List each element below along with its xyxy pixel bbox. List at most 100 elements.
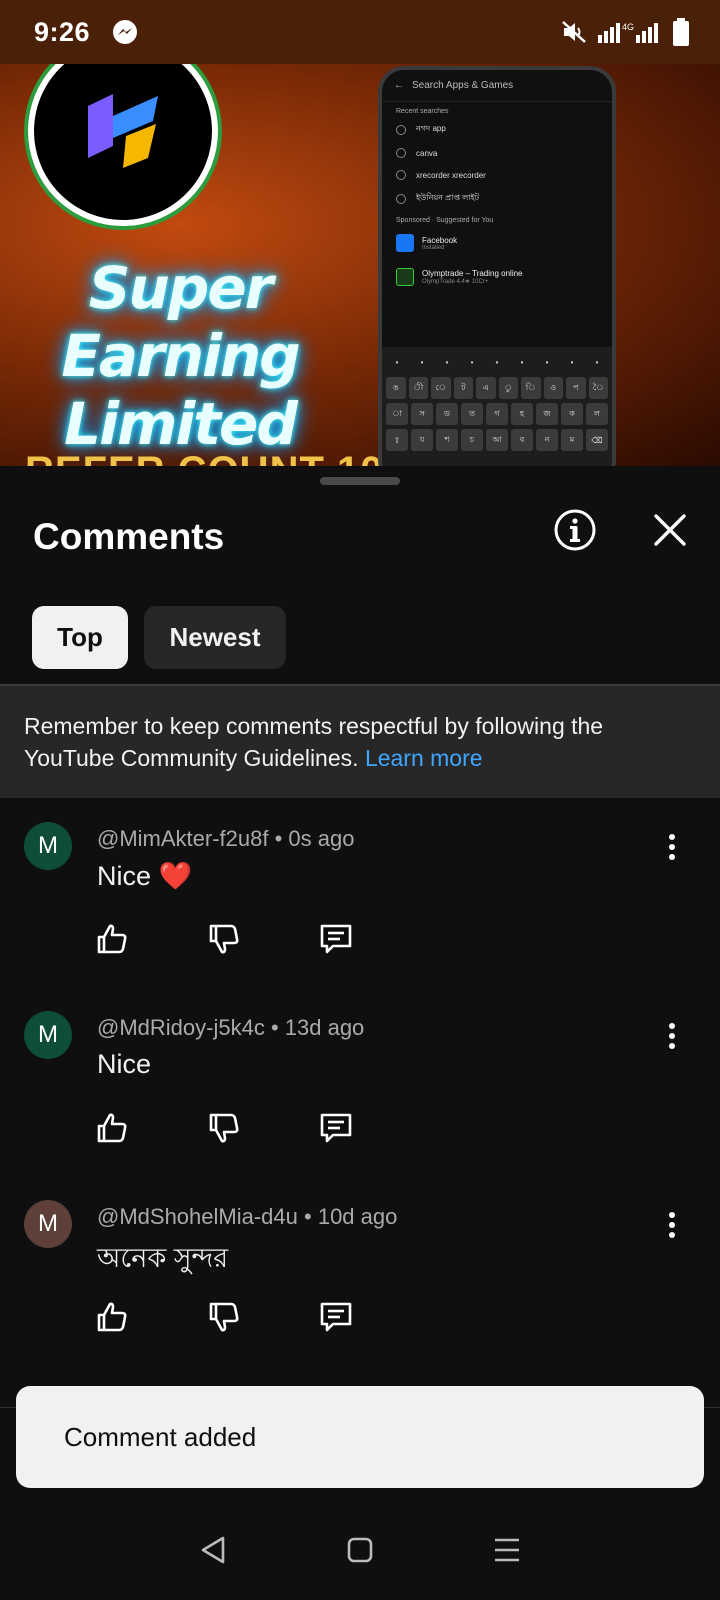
keyboard-tool-icon: • bbox=[520, 357, 524, 367]
comment-actions bbox=[95, 1300, 431, 1334]
phone-recent-item: xrecorder xrecorder bbox=[382, 164, 612, 186]
comment-time: 10d ago bbox=[317, 1204, 398, 1229]
comment-item: M @MimAkter-f2u8f • 0s ago Nice ❤️ bbox=[0, 798, 720, 988]
keyboard-key: য bbox=[411, 429, 433, 451]
phone-recent-item: ইউনিয়ন প্রাপ্ত লাইট bbox=[382, 186, 612, 211]
system-nav-bar bbox=[0, 1500, 720, 1600]
keyboard-tool-icon: • bbox=[570, 357, 574, 367]
keyboard-key: হ bbox=[511, 403, 533, 425]
headline-line-1: Super Earning bbox=[61, 254, 300, 390]
keyboard-row: ⇧ য শ চ আ ব ন ম ⌫ bbox=[386, 429, 608, 451]
keyboard-key: ম bbox=[561, 429, 583, 451]
phone-recent-item: নগদ app bbox=[382, 117, 612, 142]
messenger-icon bbox=[113, 20, 138, 44]
phone-keyboard: • • • • • • • • • ঙীে ট এুি ও পৈা স ড ত গ হ জ ক ল ⇧ য শ চ আ ব ন ম ⌫ bbox=[382, 347, 612, 466]
phone-recent-item: canva bbox=[382, 142, 612, 164]
keyboard-tool-icon: • bbox=[420, 357, 424, 367]
phone-app-item: Olymptrade – Trading online OlympTrade 4.… bbox=[382, 260, 612, 294]
keyboard-tool-icon: • bbox=[495, 357, 499, 367]
keyboard-key: ত bbox=[461, 403, 483, 425]
mute-icon bbox=[562, 21, 586, 43]
comment-text: Nice bbox=[97, 1049, 152, 1079]
keyboard-key: ও bbox=[543, 377, 563, 399]
keyboard-key: ন bbox=[536, 429, 558, 451]
keyboard-key: ঙ bbox=[386, 377, 406, 399]
back-icon bbox=[202, 1536, 225, 1564]
status-bar: 9:26 4G bbox=[0, 0, 720, 64]
facebook-icon bbox=[396, 234, 414, 252]
home-button[interactable] bbox=[340, 1530, 380, 1570]
keyboard-row: া স ড ত গ হ জ ক ল bbox=[386, 403, 608, 425]
chip-top[interactable]: Top bbox=[32, 606, 128, 669]
snackbar: Comment added bbox=[16, 1386, 704, 1488]
notice-text: Remember to keep comments respectful by … bbox=[24, 713, 604, 771]
keyboard-key: ু bbox=[498, 377, 518, 399]
status-time: 9:26 bbox=[34, 16, 91, 47]
sheet-title: Comments bbox=[33, 516, 225, 557]
comment-time: 13d ago bbox=[284, 1015, 365, 1040]
chip-newest[interactable]: Newest bbox=[144, 606, 286, 669]
thumbs-up-icon[interactable] bbox=[95, 1300, 129, 1334]
more-vert-icon[interactable] bbox=[660, 1021, 684, 1051]
keyboard-key: স bbox=[411, 403, 433, 425]
keyboard-tool-icon: • bbox=[545, 357, 549, 367]
keyboard-key: শ bbox=[436, 429, 458, 451]
avatar[interactable]: M bbox=[24, 1011, 72, 1059]
drag-handle[interactable] bbox=[320, 477, 400, 485]
keyboard-key: ৈ bbox=[588, 377, 608, 399]
avatar[interactable]: M bbox=[24, 1200, 72, 1248]
info-icon[interactable] bbox=[553, 508, 597, 552]
learn-more-link[interactable]: Learn more bbox=[365, 745, 483, 771]
reply-icon[interactable] bbox=[319, 1300, 353, 1334]
back-button[interactable] bbox=[193, 1530, 233, 1570]
more-vert-icon[interactable] bbox=[660, 1210, 684, 1240]
thumbs-down-icon[interactable] bbox=[207, 1300, 241, 1334]
history-icon bbox=[396, 193, 406, 204]
comment-author[interactable]: @MdRidoy-j5k4c bbox=[97, 1015, 265, 1040]
comment-actions bbox=[95, 922, 431, 956]
keyboard-tool-icon: • bbox=[395, 357, 399, 367]
avatar[interactable]: M bbox=[24, 822, 72, 870]
phone-sponsored-label: Sponsored · Suggested for You bbox=[396, 217, 494, 224]
comment-author[interactable]: @MdShohelMia-d4u bbox=[97, 1204, 298, 1229]
video-headline: Super Earning Limited bbox=[10, 254, 350, 458]
close-icon[interactable] bbox=[652, 512, 688, 548]
recents-icon bbox=[494, 1538, 519, 1562]
comment-actions bbox=[95, 1111, 431, 1145]
comment-meta: @MdShohelMia-d4u • 10d ago bbox=[97, 1204, 398, 1229]
channel-logo bbox=[28, 64, 218, 226]
keyboard-row: ঙীে ট এুি ও পৈ bbox=[386, 377, 608, 399]
community-notice: Remember to keep comments respectful by … bbox=[0, 686, 720, 798]
keyboard-key: জ bbox=[536, 403, 558, 425]
more-vert-icon[interactable] bbox=[660, 832, 684, 862]
thumbs-down-icon[interactable] bbox=[207, 1111, 241, 1145]
keyboard-key: ল bbox=[586, 403, 608, 425]
keyboard-key: চ bbox=[461, 429, 483, 451]
recents-button[interactable] bbox=[487, 1530, 527, 1570]
keyboard-key: ⌫ bbox=[586, 429, 608, 451]
comment-meta: @MimAkter-f2u8f • 0s ago bbox=[97, 826, 355, 851]
keyboard-key: এ bbox=[476, 377, 496, 399]
comment-text: Nice ❤️ bbox=[97, 861, 193, 891]
keyboard-key: প bbox=[566, 377, 586, 399]
brand-logo-icon bbox=[88, 94, 158, 168]
thumbs-down-icon[interactable] bbox=[207, 922, 241, 956]
keyboard-key: ট bbox=[453, 377, 473, 399]
keyboard-key: ⇧ bbox=[386, 429, 408, 451]
comment-item: M @MdShohelMia-d4u • 10d ago অনেক সুন্দর bbox=[0, 1176, 720, 1366]
history-icon bbox=[396, 124, 406, 135]
comment-meta: @MdRidoy-j5k4c • 13d ago bbox=[97, 1015, 365, 1040]
keyboard-key: গ bbox=[486, 403, 508, 425]
keyboard-key: ী bbox=[408, 377, 428, 399]
thumbs-up-icon[interactable] bbox=[95, 1111, 129, 1145]
video-player[interactable]: Super Earning Limited REFER COUNT 1042 ←… bbox=[0, 64, 720, 466]
keyboard-key: ে bbox=[431, 377, 451, 399]
thumbs-up-icon[interactable] bbox=[95, 922, 129, 956]
phone-recent-label: Recent searches bbox=[396, 108, 449, 115]
keyboard-key: ক bbox=[561, 403, 583, 425]
keyboard-tool-icon: • bbox=[445, 357, 449, 367]
comment-author[interactable]: @MimAkter-f2u8f bbox=[97, 826, 268, 851]
phone-search-placeholder: Search Apps & Games bbox=[412, 80, 514, 91]
reply-icon[interactable] bbox=[319, 1111, 353, 1145]
reply-icon[interactable] bbox=[319, 922, 353, 956]
